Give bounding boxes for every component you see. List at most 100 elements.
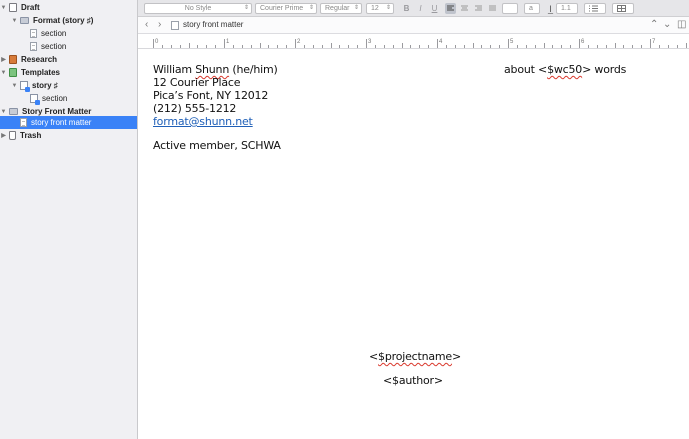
ruler-tick [348,45,350,48]
binder-item-section[interactable]: section [0,27,137,40]
ruler-tick [206,45,208,48]
binder-item-story-front-matter[interactable]: story front matter [0,116,137,129]
font-weight-select[interactable]: Regular ⇕ [320,3,362,14]
binder-item-section[interactable]: section [0,40,137,53]
ruler-tick [587,45,589,48]
disclosure-open-icon[interactable]: ▼ [0,108,7,115]
document-icon [30,29,37,38]
ruler-tick [419,45,421,48]
underline-button[interactable]: U [429,3,440,14]
ruler-label: 4 [439,39,443,45]
ruler-tick [277,45,279,48]
ruler-tick [437,39,438,48]
disclosure-open-icon[interactable]: ▼ [11,82,18,89]
list-style-button[interactable] [584,3,606,14]
chevron-updown-icon: ⇕ [353,5,359,11]
line-spacing-select[interactable]: 1.1 [556,3,578,14]
style-select-value: No Style [184,5,212,12]
disclosure-closed-icon[interactable]: ▶ [0,132,7,139]
chevron-updown-icon: ⇕ [385,5,391,11]
ruler-tick [676,45,678,48]
binder-item-format-folder[interactable]: ▼ Format (story ♯) [0,14,137,27]
binder-item-section[interactable]: section [0,92,137,105]
binder-item-label: Draft [21,3,40,12]
ruler[interactable]: 0 1 2 3 4 5 6 7 [138,34,689,49]
binder-item-story-template[interactable]: ▼ story ♯ [0,79,137,92]
binder-item-label: section [41,29,67,38]
font-family-select[interactable]: Courier Prime ⇕ [255,3,317,14]
ruler-tick [286,45,288,48]
chevron-updown-icon: ⇕ [243,5,249,11]
ruler-tick [499,45,501,48]
previous-document-button[interactable]: ⌃ [650,19,658,30]
ruler-tick [508,39,509,48]
ruler-tick [259,43,261,48]
ruler-tick [552,45,554,48]
font-size-field[interactable]: 12 ⇕ [366,3,394,14]
split-editor-button[interactable]: ◫ [677,19,686,30]
research-icon [9,55,17,64]
back-button[interactable]: ‹ [145,19,148,30]
highlight-color-button[interactable]: a [524,3,540,14]
format-toolbar: No Style ⇕ Courier Prime ⇕ Regular ⇕ 12 … [138,0,689,17]
ruler-tick [570,45,572,48]
next-document-button[interactable]: ⌄ [663,19,671,30]
ruler-tick [561,45,563,48]
phone-line: (212) 555-1212 [153,102,237,115]
binder-item-templates[interactable]: ▼ Templates [0,66,137,79]
ruler-tick [667,45,669,48]
disclosure-open-icon[interactable]: ▼ [0,4,7,11]
ruler-tick [357,45,359,48]
ruler-tick [188,43,190,48]
ruler-tick [472,43,474,48]
italic-button[interactable]: I [415,3,426,14]
ruler-tick [525,45,527,48]
binder-item-label: Research [21,55,58,64]
section-template-icon [30,94,40,105]
document-title: story front matter [183,20,244,29]
chevron-updown-icon: ⇕ [308,5,314,11]
text-color-swatch[interactable] [502,3,518,14]
line-spacing-icon: I̲ [549,3,552,14]
align-center-button[interactable] [459,3,470,14]
font-size-value: 12 [371,5,379,12]
align-justify-button[interactable] [487,3,498,14]
ruler-tick [534,45,536,48]
ruler-tick [543,43,545,48]
ruler-label: 2 [297,39,301,45]
ruler-tick [596,45,598,48]
word-count-line: about <$wc50> words [504,63,627,76]
binder-item-label: section [41,42,67,51]
disclosure-open-icon[interactable]: ▼ [0,69,7,76]
disclosure-open-icon[interactable]: ▼ [11,17,18,24]
ruler-tick [641,45,643,48]
align-right-button[interactable] [473,3,484,14]
table-insert-button[interactable] [612,3,634,14]
ruler-tick [383,45,385,48]
style-select[interactable]: No Style ⇕ [144,3,252,14]
align-left-button[interactable] [445,3,456,14]
binder-item-draft[interactable]: ▼ Draft [0,1,137,14]
ruler-tick [179,45,181,48]
ruler-tick [268,45,270,48]
project-title-placeholder: <$projectname> [369,350,462,363]
list-bullets-icon [589,5,598,12]
ruler-tick [153,39,154,48]
binder-item-trash[interactable]: ▶ Trash [0,129,137,142]
disclosure-closed-icon[interactable]: ▶ [0,56,7,63]
ruler-tick [312,45,314,48]
align-right-icon [475,5,482,11]
document-icon [171,21,179,30]
binder-item-label: Trash [20,131,42,140]
ruler-label: 1 [226,39,230,45]
binder-item-research[interactable]: ▶ Research [0,53,137,66]
ruler-tick [401,43,403,48]
ruler-tick [170,45,172,48]
forward-button[interactable]: › [158,19,161,30]
email-link[interactable]: format@shunn.net [153,115,253,128]
folder-icon [9,108,18,115]
membership-line: Active member, SCHWA [153,139,281,152]
bold-button[interactable]: B [401,3,412,14]
binder-item-label: section [42,94,68,103]
editor-text-area[interactable]: William Shunn (he/him) about <$wc50> wor… [138,49,689,439]
